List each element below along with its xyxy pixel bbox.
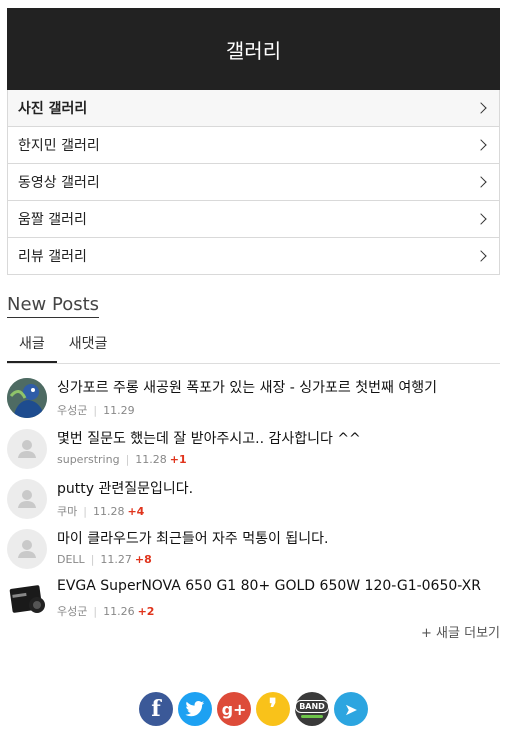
chevron-right-icon bbox=[475, 213, 487, 225]
gallery-header: 갤러리 bbox=[7, 8, 500, 90]
post-author: 우성군 bbox=[57, 404, 88, 417]
post-date: 11.26 bbox=[103, 605, 135, 618]
share-buttons: f g+ ❜ BAND ➤ bbox=[139, 692, 368, 726]
menu-item-label: 사진 갤러리 bbox=[18, 101, 88, 117]
menu-item-video-gallery[interactable]: 동영상 갤러리 bbox=[8, 163, 499, 200]
post-author: 쿠마 bbox=[57, 505, 78, 518]
band-share-icon[interactable]: BAND bbox=[295, 692, 329, 726]
kakaostory-share-icon[interactable]: ❜ bbox=[256, 692, 290, 726]
post-title[interactable]: 마이 클라우드가 최근들어 자주 먹통이 됩니다. bbox=[57, 528, 497, 548]
comment-count: +2 bbox=[137, 605, 155, 618]
facebook-share-icon[interactable]: f bbox=[139, 692, 173, 726]
post-author: DELL bbox=[57, 553, 85, 566]
post-title[interactable]: 몇번 질문도 했는데 잘 받아주시고.. 감사합니다 ^^ bbox=[57, 428, 497, 448]
menu-item-label: 움짤 갤러리 bbox=[18, 212, 87, 228]
comment-count: +8 bbox=[134, 553, 152, 566]
post-author: superstring bbox=[57, 453, 120, 466]
chevron-right-icon bbox=[475, 250, 487, 262]
menu-item-gif-gallery[interactable]: 움짤 갤러리 bbox=[8, 200, 499, 237]
comment-count: +4 bbox=[127, 505, 145, 518]
default-avatar-icon bbox=[7, 529, 47, 569]
new-posts-tabs: 새글 새댓글 bbox=[7, 333, 500, 364]
avatar bbox=[7, 378, 47, 418]
more-new-posts-link[interactable]: + 새글 더보기 bbox=[421, 622, 500, 641]
post-title[interactable]: 싱가포르 주롱 새공원 폭포가 있는 새장 - 싱가포르 첫번째 여행기 bbox=[57, 377, 497, 397]
list-item: 몇번 질문도 했는데 잘 받아주시고.. 감사합니다 ^^ superstrin… bbox=[7, 429, 500, 473]
post-meta: superstring | 11.28 +1 bbox=[57, 453, 187, 466]
new-posts-title: New Posts bbox=[7, 294, 100, 318]
default-avatar-icon bbox=[7, 479, 47, 519]
googleplus-share-icon[interactable]: g+ bbox=[217, 692, 251, 726]
post-meta: 쿠마 | 11.28 +4 bbox=[57, 505, 145, 518]
chevron-right-icon bbox=[475, 176, 487, 188]
list-item: EVGA SuperNOVA 650 G1 80+ GOLD 650W 120-… bbox=[7, 578, 500, 623]
chevron-right-icon bbox=[475, 139, 487, 151]
page-title: 갤러리 bbox=[225, 38, 282, 63]
list-item: 마이 클라우드가 최근들어 자주 먹통이 됩니다. DELL | 11.27 +8 bbox=[7, 529, 500, 573]
default-avatar-icon bbox=[7, 429, 47, 469]
menu-item-label: 한지민 갤러리 bbox=[18, 138, 100, 154]
post-date: 11.29 bbox=[103, 404, 135, 417]
post-author: 우성군 bbox=[57, 605, 88, 618]
telegram-share-icon[interactable]: ➤ bbox=[334, 692, 368, 726]
post-date: 11.28 bbox=[135, 453, 167, 466]
post-date: 11.28 bbox=[92, 505, 125, 518]
menu-item-photo-gallery[interactable]: 사진 갤러리 bbox=[8, 90, 499, 126]
avatar bbox=[7, 579, 47, 619]
gallery-menu: 사진 갤러리 한지민 갤러리 동영상 갤러리 움짤 갤러리 리뷰 갤러리 bbox=[7, 90, 500, 275]
comment-count: +1 bbox=[169, 453, 187, 466]
menu-item-label: 동영상 갤러리 bbox=[18, 175, 100, 191]
list-item: putty 관련질문입니다. 쿠마 | 11.28 +4 bbox=[7, 479, 500, 523]
tab-new-comments[interactable]: 새댓글 bbox=[57, 333, 120, 363]
list-item: 싱가포르 주롱 새공원 폭포가 있는 새장 - 싱가포르 첫번째 여행기 우성군… bbox=[7, 378, 500, 422]
post-title[interactable]: EVGA SuperNOVA 650 G1 80+ GOLD 650W 120-… bbox=[57, 578, 497, 594]
post-title[interactable]: putty 관련질문입니다. bbox=[57, 478, 497, 498]
tab-new-posts[interactable]: 새글 bbox=[7, 333, 57, 363]
post-meta: DELL | 11.27 +8 bbox=[57, 553, 152, 566]
menu-item-hanjimin-gallery[interactable]: 한지민 갤러리 bbox=[8, 126, 499, 163]
post-date: 11.27 bbox=[100, 553, 132, 566]
chevron-right-icon bbox=[475, 102, 487, 114]
post-meta: 우성군 | 11.26 +2 bbox=[57, 605, 155, 618]
menu-item-review-gallery[interactable]: 리뷰 갤러리 bbox=[8, 237, 499, 274]
post-meta: 우성군 | 11.29 bbox=[57, 404, 135, 417]
twitter-share-icon[interactable] bbox=[178, 692, 212, 726]
menu-item-label: 리뷰 갤러리 bbox=[18, 249, 87, 265]
